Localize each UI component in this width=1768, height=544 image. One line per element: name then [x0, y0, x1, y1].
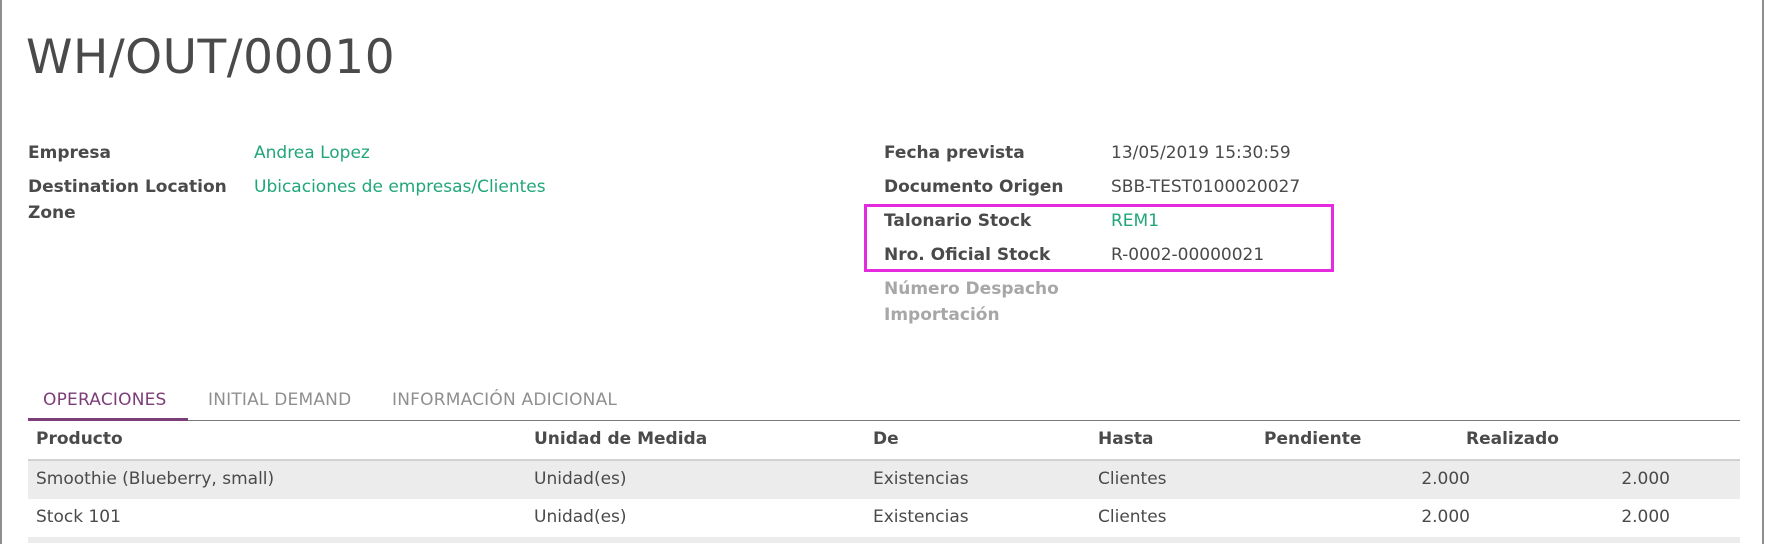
cell-pendiente: 2.000 [1421, 507, 1470, 527]
column-header-hasta[interactable]: Hasta [1098, 429, 1153, 449]
empresa-label: Empresa [28, 143, 111, 163]
numero-despacho-label: Número Despacho Importación [884, 276, 1059, 328]
highlight-box [864, 204, 1334, 272]
column-header-realizado[interactable]: Realizado [1466, 429, 1559, 449]
table-row[interactable]: Stock 101 Unidad(es) Existencias Cliente… [28, 499, 1740, 537]
form-sheet: WH/OUT/00010 Empresa Andrea Lopez Destin… [0, 0, 1764, 544]
numero-despacho-label-line1: Número Despacho [884, 279, 1059, 299]
table-row-partial [28, 537, 1740, 543]
cell-de: Existencias [873, 507, 969, 527]
cell-unidad: Unidad(es) [534, 507, 627, 527]
column-header-pendiente[interactable]: Pendiente [1264, 429, 1361, 449]
fecha-prevista-value: 13/05/2019 15:30:59 [1111, 143, 1291, 163]
notebook-tabs: OPERACIONES INITIAL DEMAND INFORMACIÓN A… [28, 382, 1740, 421]
cell-realizado: 2.000 [1621, 469, 1670, 489]
documento-origen-value: SBB-TEST0100020027 [1111, 177, 1301, 197]
column-header-de[interactable]: De [873, 429, 899, 449]
column-header-producto[interactable]: Producto [36, 429, 123, 449]
fecha-prevista-label: Fecha prevista [884, 143, 1025, 163]
cell-realizado: 2.000 [1621, 507, 1670, 527]
destination-location-link[interactable]: Ubicaciones de empresas/Clientes [254, 174, 546, 200]
destination-label-line1: Destination Location [28, 177, 227, 197]
column-header-unidad[interactable]: Unidad de Medida [534, 429, 707, 449]
tab-informacion-adicional[interactable]: INFORMACIÓN ADICIONAL [392, 390, 617, 410]
cell-de: Existencias [873, 469, 969, 489]
cell-hasta: Clientes [1098, 469, 1167, 489]
cell-pendiente: 2.000 [1421, 469, 1470, 489]
destination-label-line2: Zone [28, 203, 76, 223]
tab-initial-demand[interactable]: INITIAL DEMAND [208, 390, 351, 410]
cell-producto: Stock 101 [36, 507, 121, 527]
cell-unidad: Unidad(es) [534, 469, 627, 489]
documento-origen-label: Documento Origen [884, 177, 1064, 197]
numero-despacho-label-line2: Importación [884, 305, 1000, 325]
empresa-link[interactable]: Andrea Lopez [254, 140, 370, 166]
tab-operaciones[interactable]: OPERACIONES [43, 390, 167, 410]
record-title: WH/OUT/00010 [26, 30, 396, 85]
destination-label: Destination Location Zone [28, 174, 227, 226]
cell-hasta: Clientes [1098, 507, 1167, 527]
cell-producto: Smoothie (Blueberry, small) [36, 469, 275, 489]
table-header: Producto Unidad de Medida De Hasta Pendi… [28, 422, 1740, 461]
table-row[interactable]: Smoothie (Blueberry, small) Unidad(es) E… [28, 461, 1740, 499]
active-tab-indicator [28, 418, 188, 421]
